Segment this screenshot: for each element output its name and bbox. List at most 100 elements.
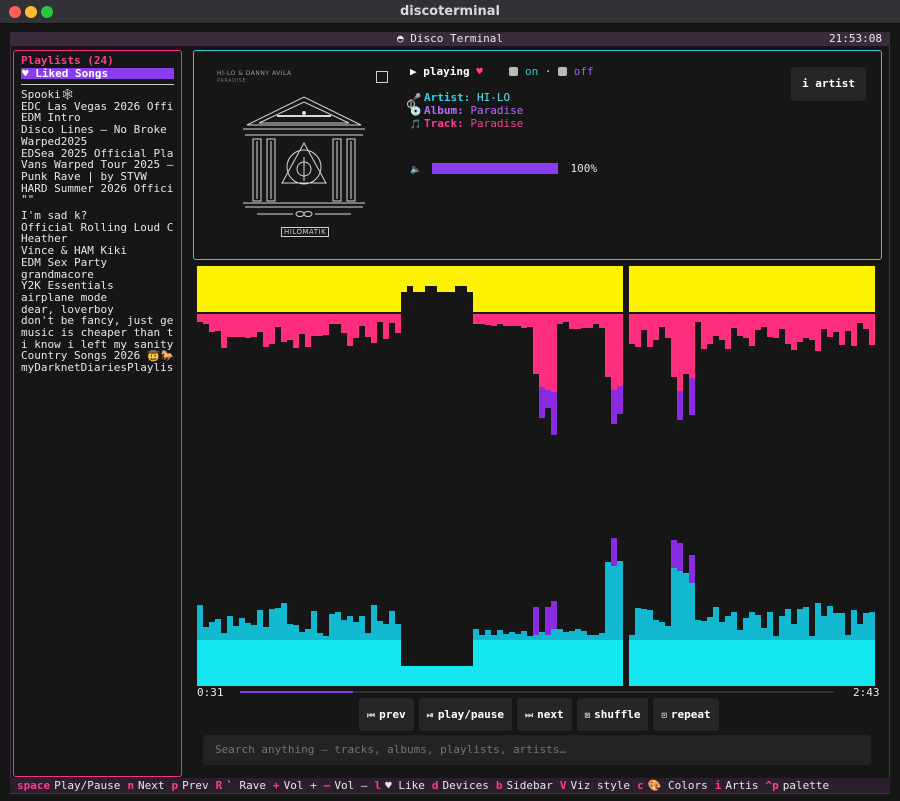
viz-bar-pink: [707, 314, 713, 344]
keybind-action[interactable]: ♥ Like: [385, 779, 425, 792]
keybind-action[interactable]: Vol –: [334, 779, 367, 792]
playlist-item[interactable]: music is cheaper than th: [21, 327, 174, 339]
playlist-item[interactable]: Official Rolling Loud Ca: [21, 222, 174, 234]
viz-bar-pink: [503, 314, 509, 326]
viz-bar-yellow: [815, 266, 821, 312]
viz-bar-teal: [671, 568, 677, 640]
playlist-item[interactable]: EDM Sex Party: [21, 257, 174, 269]
viz-bar-yellow: [695, 266, 701, 312]
keybind-action[interactable]: palette: [783, 779, 829, 792]
keybind-action[interactable]: Viz style: [570, 779, 630, 792]
viz-bar-teal: [605, 562, 611, 640]
playlist-item[interactable]: "": [21, 194, 174, 206]
viz-bar-teal: [515, 634, 521, 640]
volume-slider[interactable]: [431, 163, 558, 174]
viz-bar-cyan: [803, 640, 809, 686]
repeat-icon: ⊡: [661, 711, 667, 721]
viz-bar-yellow: [869, 266, 875, 312]
track-row: 🎵 Track: Paradise: [410, 118, 523, 131]
shuffle-toggle-icon[interactable]: [509, 67, 519, 76]
viz-bar-teal: [755, 615, 761, 640]
viz-bar-pink: [251, 314, 257, 337]
disc-icon: 💿: [410, 107, 422, 117]
viz-bar-pink: [671, 314, 677, 377]
next-button[interactable]: ⏭ next: [517, 698, 572, 731]
playlist-item[interactable]: Y2K Essentials: [21, 280, 174, 292]
playlist-item[interactable]: Warped2025: [21, 136, 174, 148]
viz-bar-pink: [701, 314, 707, 349]
playlist-item[interactable]: i know i left my sanity: [21, 339, 174, 351]
viz-bar-teal: [209, 622, 215, 640]
viz-bar-teal: [869, 612, 875, 640]
keybind-action[interactable]: Play/Pause: [54, 779, 120, 792]
playlist-item[interactable]: don't be fancy, just get: [21, 315, 174, 327]
viz-bar-teal: [497, 630, 503, 640]
repeat-toggle-icon[interactable]: [558, 67, 568, 76]
keybind-action[interactable]: Artis: [725, 779, 758, 792]
artist-value[interactable]: HI-LO: [477, 91, 510, 104]
playlist-item[interactable]: EDSea 2025 Official Play: [21, 148, 174, 160]
playlist-item[interactable]: Punk Rave | by STVW: [21, 171, 174, 183]
viz-bar-teal: [335, 612, 341, 640]
playlist-item[interactable]: airplane mode: [21, 292, 174, 304]
playlist-item[interactable]: HARD Summer 2026 Officia: [21, 183, 174, 195]
play-pause-button[interactable]: ⏯ play/pause: [418, 698, 513, 731]
keybind-action[interactable]: Vol +: [284, 779, 317, 792]
playlist-item[interactable]: EDC Las Vegas 2026 Offic: [21, 101, 174, 113]
prev-button[interactable]: ⏮ prev: [359, 698, 414, 731]
viz-bar-cyan: [725, 640, 731, 686]
viz-bar-pink: [677, 314, 683, 391]
keybind-action[interactable]: Prev: [182, 779, 209, 792]
viz-bar-cyan: [299, 640, 305, 686]
playlist-item[interactable]: I'm sad k?: [21, 210, 174, 222]
keybind-action[interactable]: Next: [138, 779, 165, 792]
keybind-action[interactable]: Sidebar: [506, 779, 552, 792]
viz-bar-yellow: [467, 266, 473, 292]
playlist-item[interactable]: Spooki🕸: [21, 89, 174, 101]
keybind-action[interactable]: ` Rave: [226, 779, 266, 792]
playlist-item[interactable]: Heather: [21, 233, 174, 245]
keybind-action[interactable]: 🎨 Colors: [648, 779, 708, 792]
viz-bar-cyan: [635, 640, 641, 686]
album-art-title: PARADISE: [217, 78, 247, 84]
playlist-item[interactable]: grandmacore: [21, 269, 174, 281]
progress-bar[interactable]: [240, 691, 834, 693]
album-value[interactable]: Paradise: [470, 104, 523, 117]
playlist-item[interactable]: dear, loverboy: [21, 304, 174, 316]
like-heart-icon[interactable]: ♥: [476, 65, 483, 78]
artist-button[interactable]: i artist: [791, 67, 866, 101]
viz-bar-yellow: [701, 266, 707, 312]
playlist-item[interactable]: Country Songs 2026 🤠🐎: [21, 350, 174, 362]
repeat-label: repeat: [670, 708, 711, 721]
playlist-item[interactable]: Vans Warped Tour 2025 –: [21, 159, 174, 171]
viz-bar-pink: [563, 314, 569, 322]
playlist-item-liked-songs[interactable]: ♥ Liked Songs: [21, 68, 174, 79]
keybind-key: c: [637, 779, 644, 792]
viz-bar-purple: [545, 607, 551, 635]
viz-bar-cyan: [641, 640, 647, 686]
keybind-action[interactable]: Devices: [442, 779, 488, 792]
repeat-button[interactable]: ⊡ repeat: [653, 698, 719, 731]
artist-label: Artist:: [424, 91, 471, 104]
search-input[interactable]: [203, 735, 871, 765]
playlist-item[interactable]: myDarknetDiariesPlaylist: [21, 362, 174, 374]
shuffle-icon: ⊠: [584, 711, 591, 721]
volume-percent: 100%: [570, 162, 597, 175]
now-playing-panel: HI-LO & DANNY AVILA PARADISE HILOMATIK ▶…: [193, 50, 882, 260]
microphone-icon: 🎤: [410, 94, 422, 104]
shuffle-button[interactable]: ⊠ shuffle: [576, 698, 649, 731]
viz-bar-cyan: [263, 640, 269, 686]
playlist-item[interactable]: Disco Lines – No Broke B: [21, 124, 174, 136]
playlist-item[interactable]: Vince & HAM Kiki: [21, 245, 174, 257]
viz-bar-pink: [557, 314, 563, 324]
playlist-item[interactable]: EDM Intro: [21, 112, 174, 124]
viz-bar-pink: [797, 314, 803, 342]
album-art-artists: HI-LO & DANNY AVILA: [217, 70, 292, 77]
viz-bar-teal: [695, 620, 701, 640]
viz-bar-pink: [515, 314, 521, 326]
viz-bar-pink: [761, 314, 767, 327]
prev-icon: ⏮: [367, 711, 376, 721]
transport-controls: ⏮ prev ⏯ play/pause ⏭ next ⊠ shuffle ⊡ repeat: [359, 698, 719, 731]
viz-bar-yellow: [383, 266, 389, 312]
viz-bar-pink: [809, 314, 815, 340]
